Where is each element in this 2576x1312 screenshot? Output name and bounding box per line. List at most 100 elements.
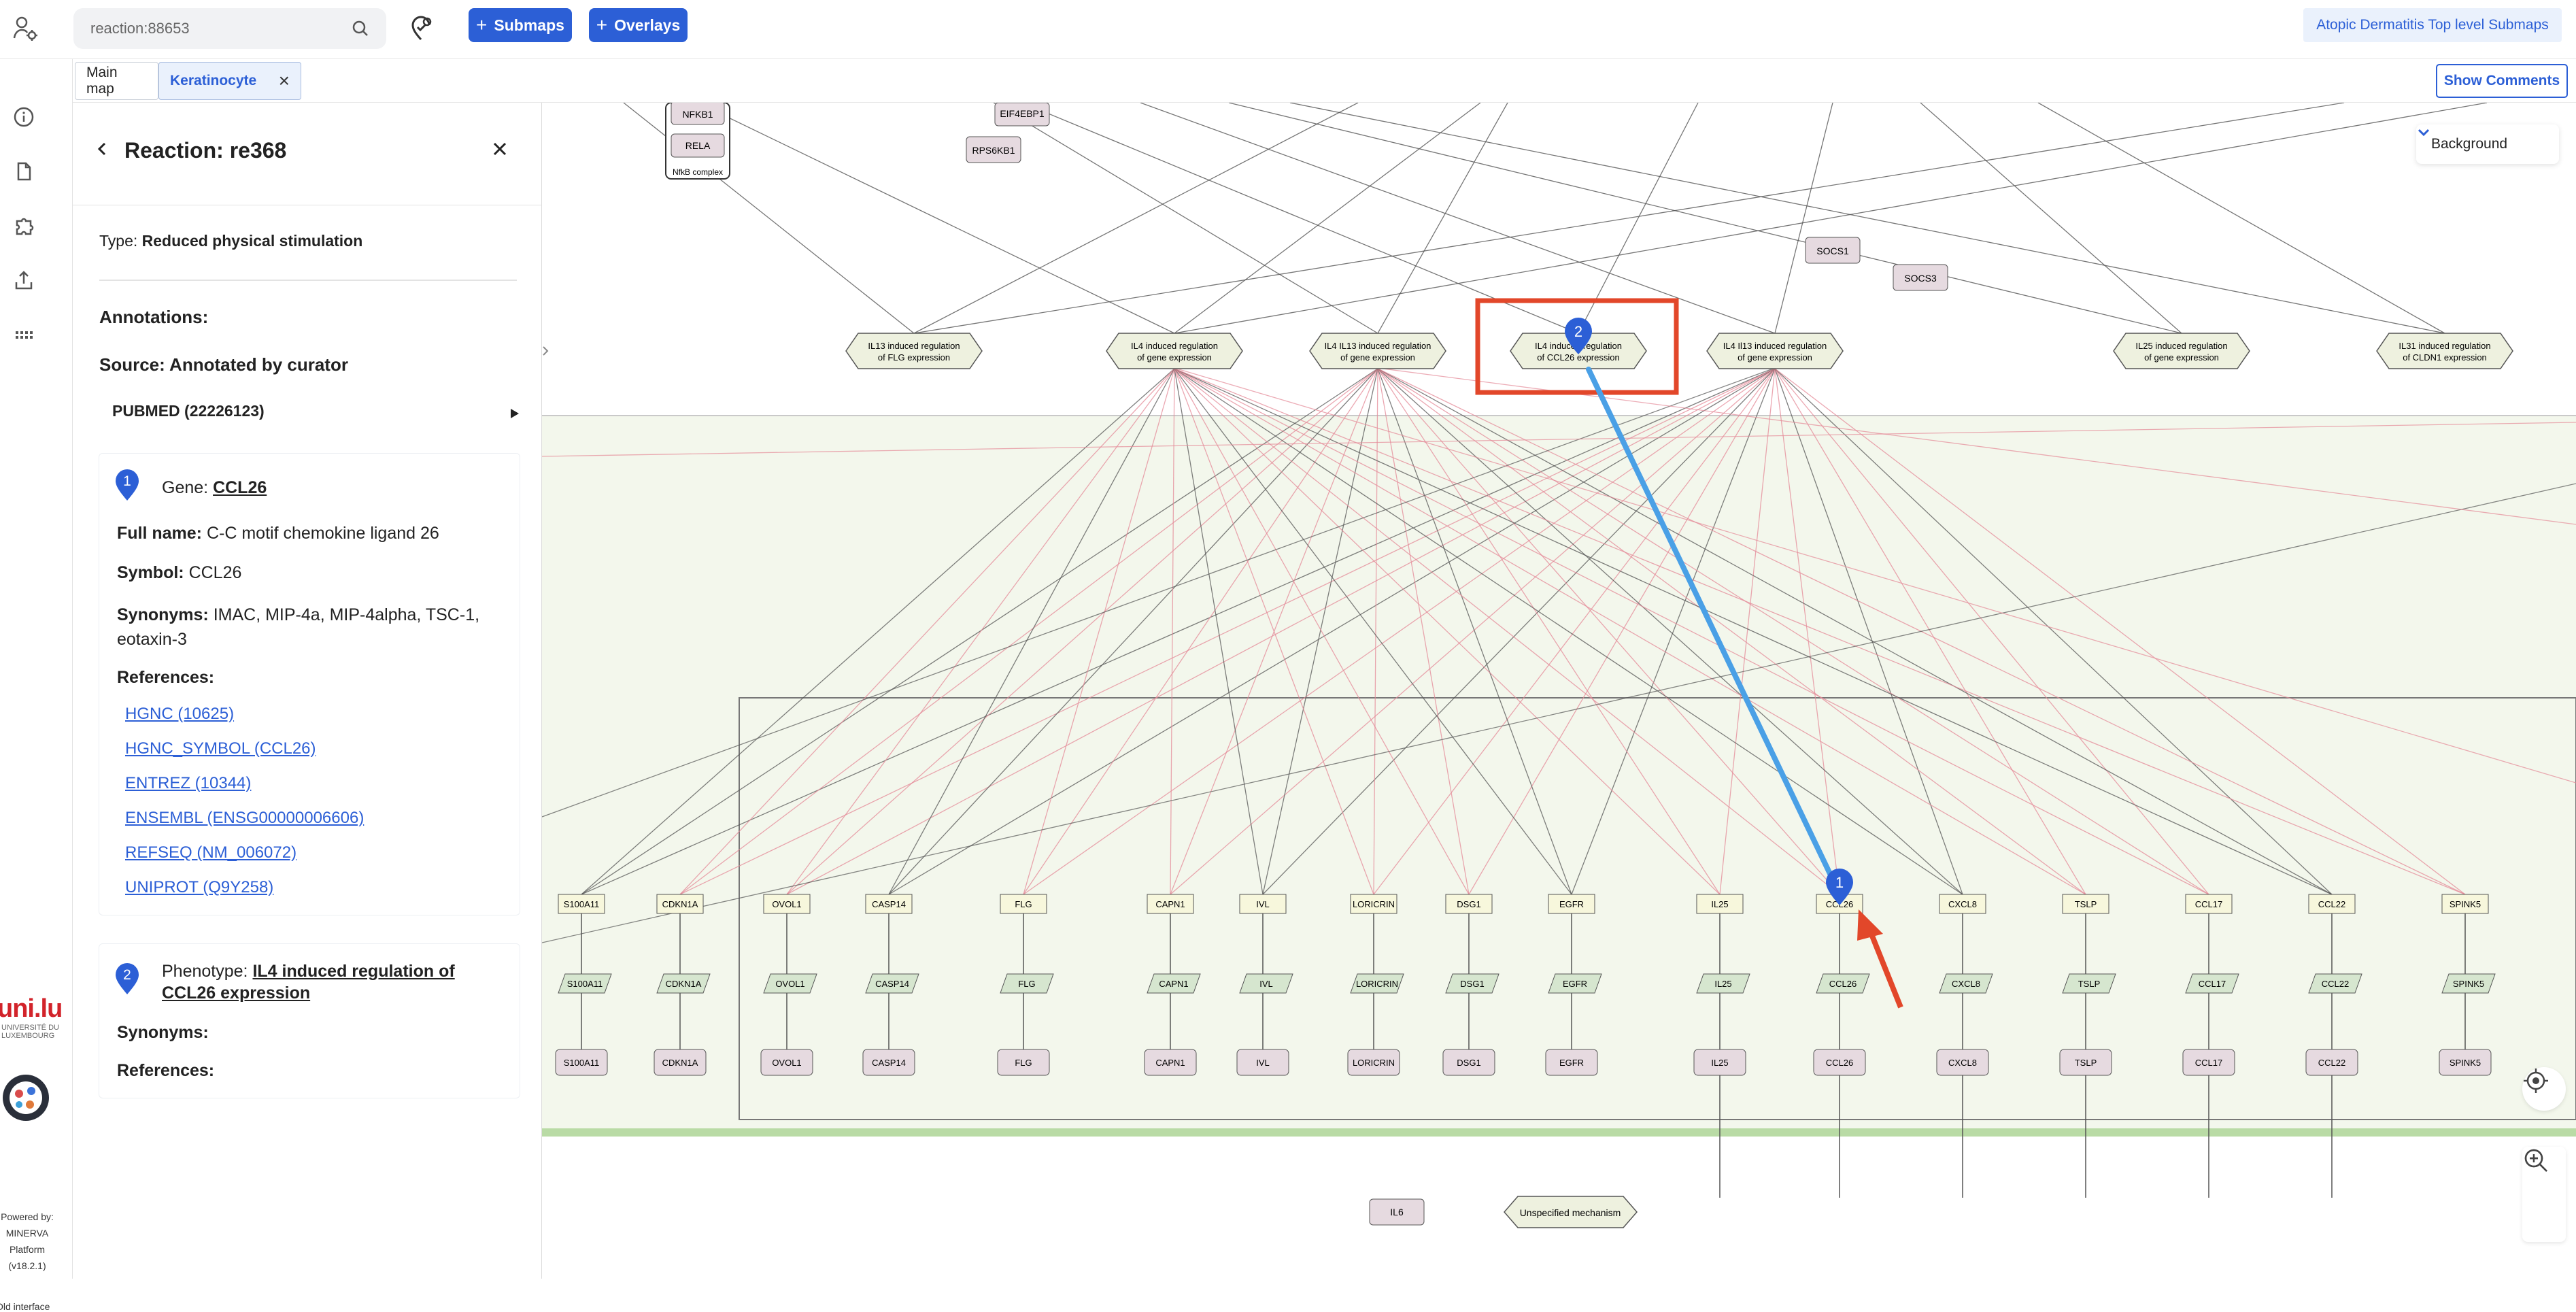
protein-label: DSG1 <box>1457 1058 1480 1068</box>
rna-label: CASP14 <box>875 979 909 989</box>
node-il6[interactable]: IL6 <box>1369 1198 1425 1226</box>
phenotype-node-6[interactable]: IL25 induced regulationof gene expressio… <box>2113 333 2250 369</box>
protein-label: CXCL8 <box>1948 1058 1977 1068</box>
collapse-chevron-icon[interactable] <box>543 346 549 356</box>
rna-label: TSLP <box>2078 979 2101 989</box>
phenotype-label: IL13 induced regulation <box>868 341 960 351</box>
grid-icon[interactable] <box>12 323 35 346</box>
rna-label: CAPN1 <box>1159 979 1188 989</box>
search-input[interactable] <box>90 20 335 37</box>
reference-link-ensembl[interactable]: ENSEMBL (ENSG00000006606) <box>125 809 364 828</box>
protein-label: CDKN1A <box>662 1058 698 1068</box>
background-dropdown[interactable]: Background <box>2416 124 2559 164</box>
membrane-band <box>542 1128 2576 1137</box>
protein-label: EGFR <box>1559 1058 1584 1068</box>
search-box[interactable] <box>73 8 386 49</box>
locate-button[interactable] <box>2522 1067 2566 1111</box>
node-label-nfkb-complex: NfkB complex <box>673 167 723 177</box>
svg-text:IL6: IL6 <box>1390 1207 1404 1217</box>
overlays-button[interactable]: + Overlays <box>589 8 688 42</box>
phenotype-node-5[interactable]: IL4 Il13 induced regulationof gene expre… <box>1706 333 1844 369</box>
reference-link-hgnc[interactable]: HGNC (10625) <box>125 705 234 724</box>
protein-label: LORICRIN <box>1353 1058 1395 1068</box>
protein-label: CASP14 <box>872 1058 906 1068</box>
info-icon[interactable] <box>12 105 35 129</box>
pathway-diagram[interactable]: NFKB1 RELA NfkB complex EIF4EBP1 RPS6KB1… <box>542 103 2576 1279</box>
node-socs1[interactable]: SOCS1 <box>1805 237 1861 264</box>
panel-title: Reaction: re368 <box>124 138 287 163</box>
submaps-button[interactable]: + Submaps <box>469 8 572 42</box>
show-comments-button[interactable]: Show Comments <box>2436 64 2568 98</box>
phenotype-references-label: References: <box>117 1061 215 1080</box>
gene-label: FLG <box>1015 899 1032 909</box>
expand-triangle-icon[interactable] <box>509 407 520 420</box>
phenotype-node-3[interactable]: IL4 IL13 induced regulationof gene expre… <box>1309 333 1446 369</box>
map-pin-icon-1: 1 <box>114 469 140 502</box>
rna-label: CCL17 <box>2199 979 2226 989</box>
protein-label: SPINK5 <box>2450 1058 2481 1068</box>
minerva-logo-icon <box>0 1071 54 1125</box>
tab-keratinocyte[interactable]: Keratinocyte × <box>158 62 301 100</box>
phenotype-node-2[interactable]: IL4 induced regulationof gene expression <box>1106 333 1243 369</box>
chevron-down-icon <box>2418 129 2544 152</box>
top-level-submaps-button[interactable]: Atopic Dermatitis Top level Submaps <box>2303 8 2562 42</box>
gene-label: TSLP <box>2075 899 2097 909</box>
user-settings-icon[interactable] <box>12 15 39 42</box>
close-tab-icon[interactable]: × <box>279 70 290 92</box>
map-canvas[interactable]: NFKB1 RELA NfkB complex EIF4EBP1 RPS6KB1… <box>542 103 2576 1279</box>
gene-symbol: Symbol: CCL26 <box>117 563 242 582</box>
rna-label: CXCL8 <box>1952 979 1980 989</box>
puzzle-icon[interactable] <box>12 214 35 237</box>
back-arrow-icon[interactable] <box>93 139 112 158</box>
old-interface-link[interactable]: Old interface <box>0 1301 50 1312</box>
reference-link-entrez[interactable]: ENTREZ (10344) <box>125 774 251 793</box>
phenotype-node-7[interactable]: IL31 induced regulationof CLDN1 expressi… <box>2376 333 2513 369</box>
phenotype-node-1[interactable]: IL13 induced regulationof FLG expression <box>845 333 983 369</box>
protein-label: S100A11 <box>564 1058 600 1068</box>
page-icon[interactable] <box>12 160 35 183</box>
rna-label: FLG <box>1018 979 1035 989</box>
gene-synonyms: Synonyms: IMAC, MIP-4a, MIP-4alpha, TSC-… <box>117 605 480 649</box>
svg-text:SOCS3: SOCS3 <box>1904 273 1937 284</box>
node-unspecified-mechanism[interactable]: Unspecified mechanism <box>1504 1196 1638 1228</box>
protein-label: CCL26 <box>1826 1058 1853 1068</box>
close-panel-icon[interactable] <box>490 139 509 158</box>
node-label-nfkb1: NFKB1 <box>682 109 713 120</box>
export-icon[interactable] <box>12 269 35 292</box>
gene-full-name: Full name: C-C motif chemokine ligand 26 <box>117 524 439 543</box>
node-rps6kb1[interactable]: RPS6KB1 <box>966 136 1021 163</box>
svg-text:RPS6KB1: RPS6KB1 <box>972 145 1015 156</box>
zoom-controls <box>2522 1147 2566 1242</box>
top-bar: + Submaps + Overlays Atopic Dermatitis T… <box>0 0 2576 59</box>
pubmed-row[interactable]: PUBMED (22226123) <box>112 402 520 429</box>
reference-link-hgnc-symbol[interactable]: HGNC_SYMBOL (CCL26) <box>125 739 316 758</box>
location-pin-settings-icon[interactable] <box>407 14 435 42</box>
search-icon[interactable] <box>352 20 369 37</box>
reference-link-refseq[interactable]: REFSEQ (NM_006072) <box>125 843 296 862</box>
gene-label: CCL22 <box>2318 899 2345 909</box>
phenotype-label: of gene expression <box>1340 352 1415 363</box>
gene-name-link[interactable]: CCL26 <box>213 478 267 497</box>
gene-card: 1 Gene: CCL26 Full name: C-C motif chemo… <box>99 453 520 915</box>
rna-label: CCL26 <box>1829 979 1857 989</box>
rna-label: DSG1 <box>1460 979 1484 989</box>
node-socs3[interactable]: SOCS3 <box>1893 264 1948 291</box>
source-label: Source: Annotated by curator <box>99 354 348 375</box>
phenotype-label: of gene expression <box>1137 352 1212 363</box>
protein-label: IVL <box>1256 1058 1270 1068</box>
tab-main-map[interactable]: Main map <box>75 62 158 100</box>
phenotype-label: of gene expression <box>2144 352 2219 363</box>
rna-label: IVL <box>1259 979 1273 989</box>
university-logo: uni.lu UNIVERSITÉ DU LUXEMBOURG <box>0 994 63 1040</box>
reference-link-uniprot[interactable]: UNIPROT (Q9Y258) <box>125 878 273 897</box>
gene-label: CASP14 <box>872 899 906 909</box>
node-eif4ebp1[interactable]: EIF4EBP1 <box>994 103 1050 127</box>
plus-icon: + <box>596 14 608 35</box>
map-pin-icon-2: 2 <box>114 963 140 996</box>
svg-text:Unspecified mechanism: Unspecified mechanism <box>1520 1207 1621 1218</box>
phenotype-label: of FLG expression <box>878 352 950 363</box>
nfkb-complex[interactable]: NFKB1 RELA NfkB complex <box>665 103 730 180</box>
gene-label: CXCL8 <box>1948 899 1977 909</box>
phenotype-nodes: IL13 induced regulationof FLG expression… <box>845 333 2513 369</box>
left-navigation: uni.lu UNIVERSITÉ DU LUXEMBOURG Powered … <box>0 59 73 1312</box>
